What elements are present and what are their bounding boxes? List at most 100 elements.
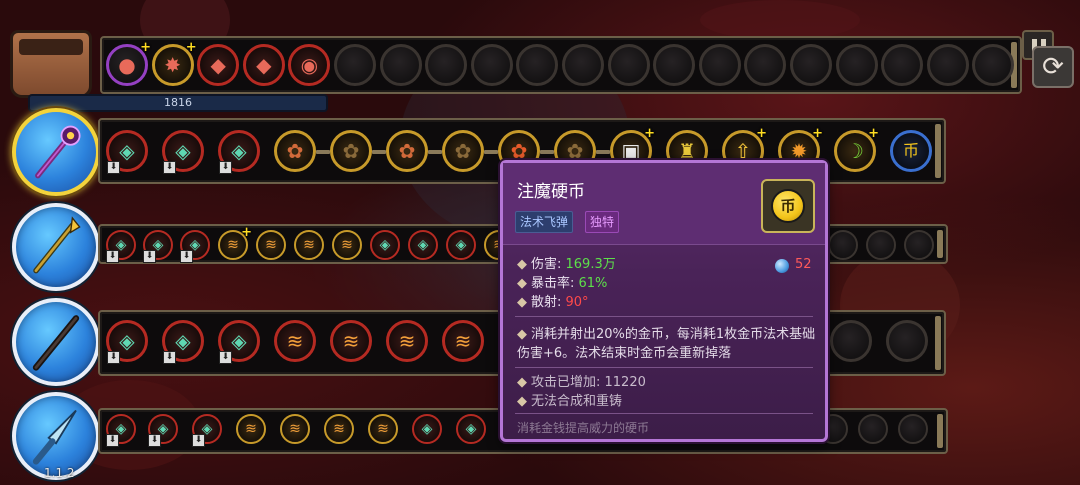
inventory-slot-19[interactable]	[926, 44, 969, 86]
wand-4-spell-slot-12[interactable]	[898, 414, 928, 444]
inventory-slot-8[interactable]	[425, 44, 468, 86]
wand-4-spell-glyph: ≋	[289, 421, 301, 437]
downgrade-icon: ⬇	[192, 434, 205, 447]
inventory-slot-1[interactable]: ● +	[106, 41, 151, 86]
inventory-slot-18[interactable]	[881, 44, 924, 86]
inventory-slot-6[interactable]	[334, 44, 376, 86]
wand-2-spell-slot-10[interactable]: ◈	[446, 230, 476, 260]
wand-4-spell-slot-9[interactable]: ◈	[456, 414, 486, 444]
refresh-button[interactable]: ⟳	[1032, 46, 1074, 88]
wand-1-spell-slot-6[interactable]: ✿	[386, 130, 428, 172]
extra-no-craft: ◆ 无法合成和重铸	[517, 394, 623, 409]
inventory-slot-3[interactable]: ◆	[197, 44, 240, 86]
inventory-slot-16[interactable]	[790, 44, 832, 86]
downgrade-icon: ⬇	[163, 351, 176, 364]
wand-2-spell-slot-5[interactable]: ≋	[256, 230, 286, 260]
downgrade-icon: ⬇	[143, 250, 156, 263]
inventory-slot-12[interactable]	[607, 44, 650, 86]
wand-1-spell-slot-2[interactable]: ◈ ⬇	[162, 130, 204, 174]
wand-3-spell-slot-5[interactable]: ≋	[330, 320, 372, 362]
tooltip-title: 注魔硬币	[517, 182, 585, 202]
inventory-slot-13[interactable]	[653, 44, 696, 86]
wand-2-spell-slot-14[interactable]	[904, 230, 934, 260]
tooltip-divider	[515, 316, 813, 317]
rune-orb-icon: ◉	[300, 53, 319, 77]
wand-1-spell-glyph: ✹	[790, 139, 808, 163]
spell-link	[484, 150, 498, 154]
bar-end-cap	[935, 316, 941, 370]
wand-4-spell-slot-7[interactable]: ≋	[368, 414, 398, 444]
upgrade-plus-icon: +	[756, 126, 767, 141]
wand-1-spell-slot-5[interactable]: ✿	[330, 130, 372, 172]
wand-3-spell-glyph: ◈	[175, 329, 191, 353]
wand-3-spell-slot-6[interactable]: ≋	[386, 320, 428, 362]
wand-2-spell-slot-3[interactable]: ◈ ⬇	[180, 230, 210, 263]
downgrade-icon: ⬇	[107, 351, 120, 364]
mana-value: 1816	[164, 96, 192, 109]
wand-1-spell-glyph: ✿	[398, 139, 416, 163]
inventory-slot-4[interactable]: ◆	[242, 44, 285, 86]
wand-2-spell-slot-7[interactable]: ≋	[332, 230, 362, 260]
wand-4-spell-slot-3[interactable]: ◈ ⬇	[192, 414, 222, 447]
wand-3-spell-slot-2[interactable]: ◈ ⬇	[162, 320, 204, 364]
wand-2-spell-slot-2[interactable]: ◈ ⬇	[143, 230, 173, 263]
wand-3-spell-slot-8[interactable]	[830, 320, 872, 362]
wand-3-spell-slot-1[interactable]: ◈ ⬇	[106, 320, 148, 364]
wand-4-spell-slot-8[interactable]: ◈	[412, 414, 442, 444]
wand-4-spell-slot-11[interactable]	[858, 414, 888, 444]
inventory-bag-icon[interactable]	[10, 30, 92, 98]
wand-2-spell-slot-6[interactable]: ≋	[294, 230, 324, 260]
stat-damage: ◆ 伤害: 169.3万	[517, 257, 616, 272]
mana-orb-icon	[775, 259, 789, 273]
wand-2-spell-slot-9[interactable]: ◈	[408, 230, 438, 260]
inventory-slot-9[interactable]	[470, 44, 513, 86]
wand-3-spell-slot-3[interactable]: ◈ ⬇	[218, 320, 260, 364]
wand-1-spell-glyph: ☽	[846, 139, 864, 163]
purple-staff-icon	[35, 125, 81, 179]
wand-slot-1[interactable]	[12, 108, 100, 196]
downgrade-icon: ⬇	[163, 161, 176, 174]
wand-1-spell-glyph: ♜	[678, 139, 696, 163]
wand-2-spell-slot-12[interactable]	[828, 230, 858, 260]
inventory-slot-14[interactable]	[698, 44, 741, 86]
wand-slot-3[interactable]	[12, 298, 100, 386]
wand-4-spell-slot-2[interactable]: ◈ ⬇	[148, 414, 178, 447]
wand-1-spell-glyph: ✿	[566, 139, 584, 163]
wand-1-spell-glyph: ◈	[175, 139, 191, 163]
wand-1-spell-slot-4[interactable]: ✿	[274, 130, 316, 172]
wand-1-spell-slot-15[interactable]: 币	[890, 130, 932, 172]
ladybug-icon: ●	[118, 53, 136, 77]
wand-4-spell-slot-5[interactable]: ≋	[280, 414, 310, 444]
wand-3-spell-slot-7[interactable]: ≋	[442, 320, 484, 362]
inventory-slot-2[interactable]: ✸ +	[151, 40, 197, 86]
inventory-slot-7[interactable]	[379, 44, 422, 86]
wand-1-spell-slot-7[interactable]: ✿	[442, 130, 484, 172]
inventory-slot-17[interactable]	[835, 44, 878, 86]
inventory-slot-11[interactable]	[562, 44, 604, 86]
spell-link	[596, 150, 610, 154]
coin-icon: 币	[771, 189, 805, 223]
wand-1-spell-slot-3[interactable]: ◈ ⬇	[218, 130, 260, 174]
wand-2-spell-glyph: ◈	[455, 237, 467, 253]
wand-2-spell-slot-1[interactable]: ◈ ⬇	[106, 230, 136, 263]
wand-1-spell-slot-1[interactable]: ◈ ⬇	[106, 130, 148, 174]
wand-2-spell-slot-13[interactable]	[866, 230, 896, 260]
wand-2-spell-slot-8[interactable]: ◈	[370, 230, 400, 260]
stat-crit: ◆ 暴击率: 61%	[517, 276, 608, 291]
upgrade-plus-icon: +	[644, 126, 655, 141]
upgrade-plus-icon: +	[185, 40, 197, 55]
wand-3-spell-glyph: ◈	[231, 329, 247, 353]
wand-3-spell-slot-4[interactable]: ≋	[274, 320, 316, 362]
wand-4-spell-slot-6[interactable]: ≋	[324, 414, 354, 444]
crystal-dagger-icon	[32, 409, 77, 465]
wand-4-spell-slot-4[interactable]: ≋	[236, 414, 266, 444]
wand-3-spell-slot-9[interactable]	[886, 320, 928, 362]
wand-2-spell-slot-4[interactable]: ≋ +	[218, 226, 252, 260]
upgrade-plus-icon: +	[812, 126, 823, 141]
wand-4-spell-slot-1[interactable]: ◈ ⬇	[106, 414, 136, 447]
wand-3-spell-glyph: ≋	[342, 329, 360, 353]
wand-1-spell-slot-14[interactable]: ☽ +	[834, 127, 879, 172]
bar-end-cap	[937, 414, 943, 448]
wand-1-spell-glyph: ◈	[231, 139, 247, 163]
wand-slot-2[interactable]	[12, 203, 100, 291]
